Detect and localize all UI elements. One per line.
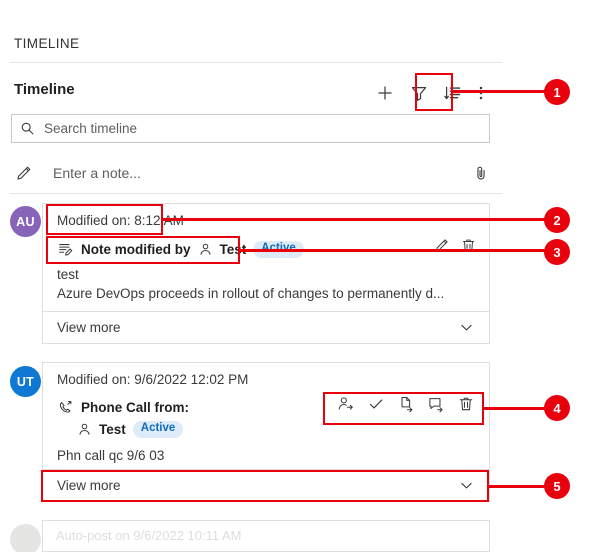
view-more-label: View more	[57, 478, 121, 493]
record-action-bar	[433, 237, 477, 254]
phone-call-icon	[57, 399, 74, 416]
more-vertical-icon	[472, 84, 490, 102]
add-note-button[interactable]	[427, 395, 445, 413]
assign-record-button[interactable]	[337, 395, 355, 413]
annotation-badge-3: 3	[544, 239, 570, 265]
entry-body-line-2: Azure DevOps proceeds in rollout of chan…	[57, 286, 445, 301]
entry-body-line-1: test	[57, 267, 79, 282]
section-header-label: TIMELINE	[14, 36, 80, 51]
record-subject-line: Phone Call from:	[57, 399, 189, 416]
filter-icon	[409, 83, 429, 103]
search-input[interactable]: Search timeline	[11, 114, 490, 143]
status-badge: Active	[253, 241, 304, 258]
search-placeholder: Search timeline	[44, 121, 138, 136]
more-commands-button[interactable]	[470, 76, 492, 110]
annotation-badge-1: 1	[544, 79, 570, 105]
avatar: UT	[10, 366, 41, 397]
composer-divider	[10, 193, 502, 194]
record-person-name: Test	[99, 421, 126, 437]
status-badge: Active	[132, 421, 184, 438]
modified-on-label: Modified on: 9/6/2022 12:02 PM	[57, 372, 249, 387]
timeline-screenshot: TIMELINE Timeline Search timeline Enter …	[0, 0, 600, 552]
record-subject-text: Phone Call from:	[81, 400, 190, 415]
sort-icon	[443, 83, 463, 103]
add-record-button[interactable]	[368, 76, 402, 110]
edit-note-button[interactable]	[433, 237, 450, 254]
view-more-row[interactable]: View more	[43, 469, 489, 501]
annotation-badge-2: 2	[544, 207, 570, 233]
modified-on-label: Modified on: 8:12 AM	[57, 213, 184, 228]
timeline-title-row: Timeline	[0, 76, 502, 110]
annotation-badge-5: 5	[544, 473, 570, 499]
timeline-panel: TIMELINE Timeline Search timeline Enter …	[0, 0, 512, 552]
chevron-down-icon	[458, 477, 475, 494]
page-title: Timeline	[14, 81, 75, 98]
note-placeholder: Enter a note...	[53, 165, 141, 181]
paperclip-icon[interactable]	[472, 164, 490, 182]
timeline-entry-note[interactable]: Modified on: 8:12 AM Note modified by Te…	[42, 203, 490, 344]
view-more-label: View more	[57, 320, 121, 335]
record-person-name: Test	[219, 242, 247, 257]
note-composer[interactable]: Enter a note...	[14, 155, 490, 191]
contact-icon	[77, 422, 92, 437]
record-subject-line: Note modified by Test Active	[57, 241, 304, 258]
modified-on-label: Auto-post on 9/6/2022 10:11 AM	[56, 528, 242, 543]
search-icon	[20, 121, 35, 136]
record-action-bar	[337, 395, 475, 413]
timeline-entry-phonecall[interactable]: Modified on: 9/6/2022 12:02 PM Phone Cal…	[42, 362, 490, 502]
filter-button[interactable]	[402, 76, 436, 110]
plus-icon	[375, 83, 395, 103]
avatar: AU	[10, 206, 41, 237]
delete-record-button[interactable]	[457, 395, 475, 413]
convert-to-case-button[interactable]	[397, 395, 415, 413]
timeline-toolbar	[368, 76, 492, 110]
annotation-badge-4: 4	[544, 395, 570, 421]
avatar	[10, 524, 41, 552]
record-subject-text: Note modified by	[81, 242, 191, 257]
contact-icon	[198, 242, 213, 257]
record-person-line: Test Active	[77, 421, 184, 438]
delete-note-button[interactable]	[460, 237, 477, 254]
mark-complete-button[interactable]	[367, 395, 385, 413]
pencil-icon	[14, 164, 33, 183]
view-more-row[interactable]: View more	[43, 311, 489, 343]
header-divider	[10, 62, 502, 63]
sort-button[interactable]	[436, 76, 470, 110]
entry-body-line-1: Phn call qc 9/6 03	[57, 448, 165, 463]
note-edit-icon	[57, 241, 74, 258]
chevron-down-icon	[458, 319, 475, 336]
